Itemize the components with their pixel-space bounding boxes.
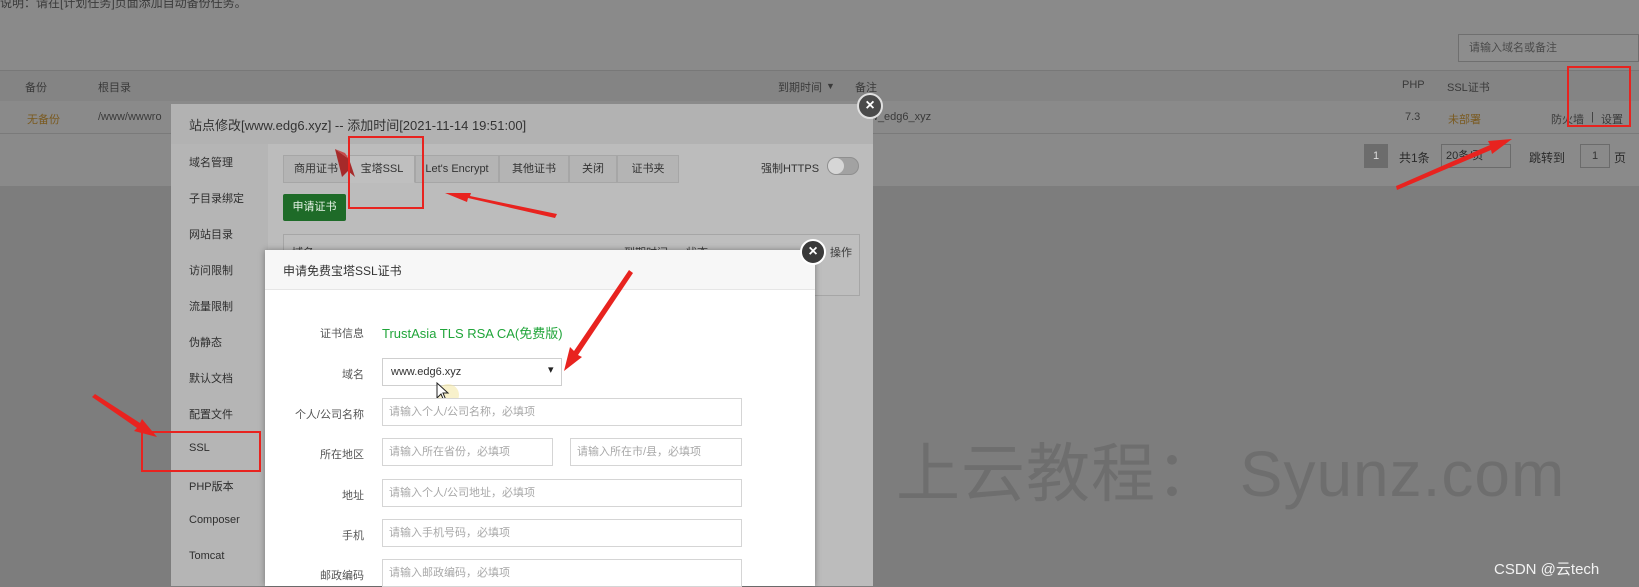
- col-expire[interactable]: 到期时间: [778, 79, 822, 95]
- dialog-title: 站点修改[www.edg6.xyz] -- 添加时间[2021-11-14 19…: [189, 118, 527, 133]
- phone-label: 手机: [342, 530, 364, 542]
- sidebar-item-tomcat[interactable]: Tomcat: [189, 550, 224, 562]
- tab-lets-encrypt[interactable]: Let's Encrypt: [415, 155, 499, 183]
- inner-dialog-title: 申请免费宝塔SSL证书: [283, 264, 402, 278]
- sidebar-item-php[interactable]: PHP版本: [189, 478, 234, 494]
- sidebar-item-rewrite[interactable]: 伪静态: [189, 334, 222, 350]
- zip-label: 邮政编码: [320, 570, 364, 582]
- chevron-down-icon[interactable]: ▾: [548, 363, 554, 376]
- jump-label: 跳转到: [1529, 151, 1566, 165]
- dialog-close-icon[interactable]: ×: [857, 93, 883, 119]
- search-input[interactable]: 请输入域名或备注: [1458, 34, 1639, 62]
- sidebar-item-composer[interactable]: Composer: [189, 514, 240, 526]
- backup-status[interactable]: 无备份: [27, 111, 60, 127]
- root-dir-link[interactable]: /www/wwwro: [98, 111, 162, 123]
- highlight-box-bt-ssl: [348, 136, 424, 209]
- domain-label: 域名: [342, 369, 364, 381]
- top-note: 说明：请在[计划任务]页面添加自动备份任务。: [0, 0, 247, 10]
- phone-input[interactable]: 请输入手机号码，必填项: [382, 519, 742, 547]
- php-version[interactable]: 7.3: [1405, 111, 1420, 123]
- city-input[interactable]: 请输入所在市/县，必填项: [570, 438, 742, 466]
- col-backup: 备份: [25, 82, 47, 94]
- zip-input[interactable]: 请输入邮政编码，必填项: [382, 559, 742, 587]
- address-input[interactable]: 请输入个人/公司地址，必填项: [382, 479, 742, 507]
- apply-cert-button[interactable]: 申请证书: [283, 194, 346, 221]
- tab-cert-folder[interactable]: 证书夹: [617, 155, 679, 183]
- sidebar-item-access-limit[interactable]: 访问限制: [189, 262, 233, 278]
- name-label: 个人/公司名称: [294, 409, 364, 421]
- domain-select[interactable]: www.edg6.xyz: [382, 358, 562, 386]
- col-root-dir: 根目录: [98, 82, 131, 94]
- cert-info-label: 证书信息: [320, 328, 364, 340]
- force-https-label: 强制HTTPS: [761, 163, 820, 175]
- sidebar-item-default-doc[interactable]: 默认文档: [189, 370, 233, 386]
- total-count: 共1条: [1399, 151, 1430, 165]
- region-label: 所在地区: [320, 449, 364, 461]
- credit-label: CSDN @云tech: [1494, 561, 1600, 578]
- tab-close[interactable]: 关闭: [569, 155, 617, 183]
- tab-other-cert[interactable]: 其他证书: [499, 155, 569, 183]
- col-php: PHP: [1402, 79, 1425, 91]
- sidebar-item-subdir[interactable]: 子目录绑定: [189, 190, 244, 206]
- sidebar-item-domains[interactable]: 域名管理: [189, 154, 233, 170]
- province-input[interactable]: 请输入所在省份，必填项: [382, 438, 553, 466]
- cert-info-value: TrustAsia TLS RSA CA(免费版): [382, 326, 563, 341]
- page-unit: 页: [1614, 151, 1627, 165]
- page-1-button[interactable]: 1: [1364, 144, 1388, 168]
- per-page-select[interactable]: 20条/页: [1441, 144, 1511, 168]
- sidebar-item-config[interactable]: 配置文件: [189, 406, 233, 422]
- highlight-box-ssl: [141, 431, 261, 472]
- address-label: 地址: [342, 490, 364, 502]
- inner-close-icon[interactable]: ×: [800, 239, 826, 265]
- sort-caret-icon[interactable]: ▼: [826, 81, 835, 91]
- ssl-status[interactable]: 未部署: [1448, 111, 1481, 127]
- toggle-knob: [828, 158, 844, 174]
- cert-col-action: 操作: [830, 247, 852, 259]
- watermark: 上云教程： Syunz.com: [896, 438, 1566, 510]
- sidebar-item-site-dir[interactable]: 网站目录: [189, 226, 233, 242]
- col-ssl: SSL证书: [1447, 82, 1490, 94]
- jump-input[interactable]: 1: [1580, 144, 1610, 168]
- name-input[interactable]: 请输入个人/公司名称，必填项: [382, 398, 742, 426]
- sidebar-item-traffic-limit[interactable]: 流量限制: [189, 298, 233, 314]
- highlight-box-settings: [1567, 66, 1631, 127]
